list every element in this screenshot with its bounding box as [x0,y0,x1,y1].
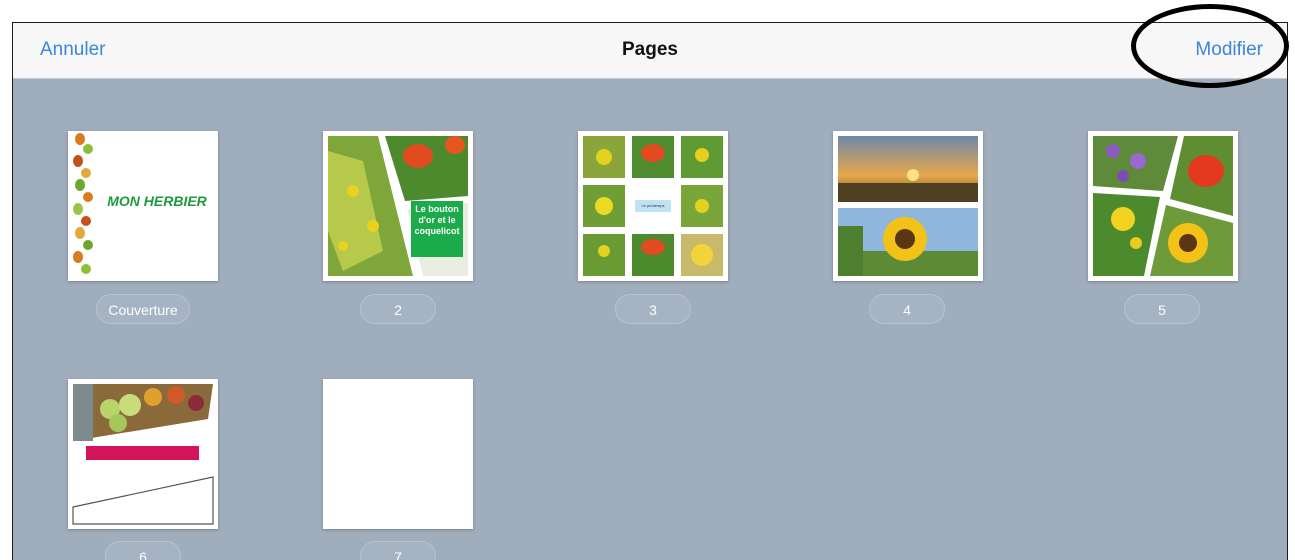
page-label-7[interactable]: 7 [360,541,436,560]
page-thumbnail-3[interactable]: Le printemps [578,131,728,281]
pages-grid: MON HERBIER Couverture Le bouton d'or et… [13,79,1287,560]
page-label-3[interactable]: 3 [615,294,691,324]
page-thumbnail-cover[interactable]: MON HERBIER [68,131,218,281]
page-thumbnail-6[interactable] [68,379,218,529]
page-label-6[interactable]: 6 [105,541,181,560]
page-label-5[interactable]: 5 [1124,294,1200,324]
page-thumbnail-2[interactable]: Le bouton d'or et le coquelicot [323,131,473,281]
page-thumbnail-7[interactable] [323,379,473,529]
edit-button[interactable]: Modifier [1195,39,1263,61]
page-3-caption: Le printemps [635,200,671,212]
page-6-title-banner [86,446,199,460]
page-thumbnail-4[interactable] [833,131,983,281]
page-label-2[interactable]: 2 [360,294,436,324]
page-thumbnail-5[interactable] [1088,131,1238,281]
page-title: Pages [622,39,678,60]
pages-window: Annuler Pages Modifier MON HERBIER Couve… [12,22,1288,560]
page-2-caption: Le bouton d'or et le coquelicot [411,201,463,257]
page-label-4[interactable]: 4 [869,294,945,324]
page-label-cover[interactable]: Couverture [96,294,190,324]
navigation-bar: Annuler Pages Modifier [13,23,1287,79]
page-4-collage [833,131,983,281]
page-5-collage [1088,131,1238,281]
cover-title: MON HERBIER [107,193,207,209]
